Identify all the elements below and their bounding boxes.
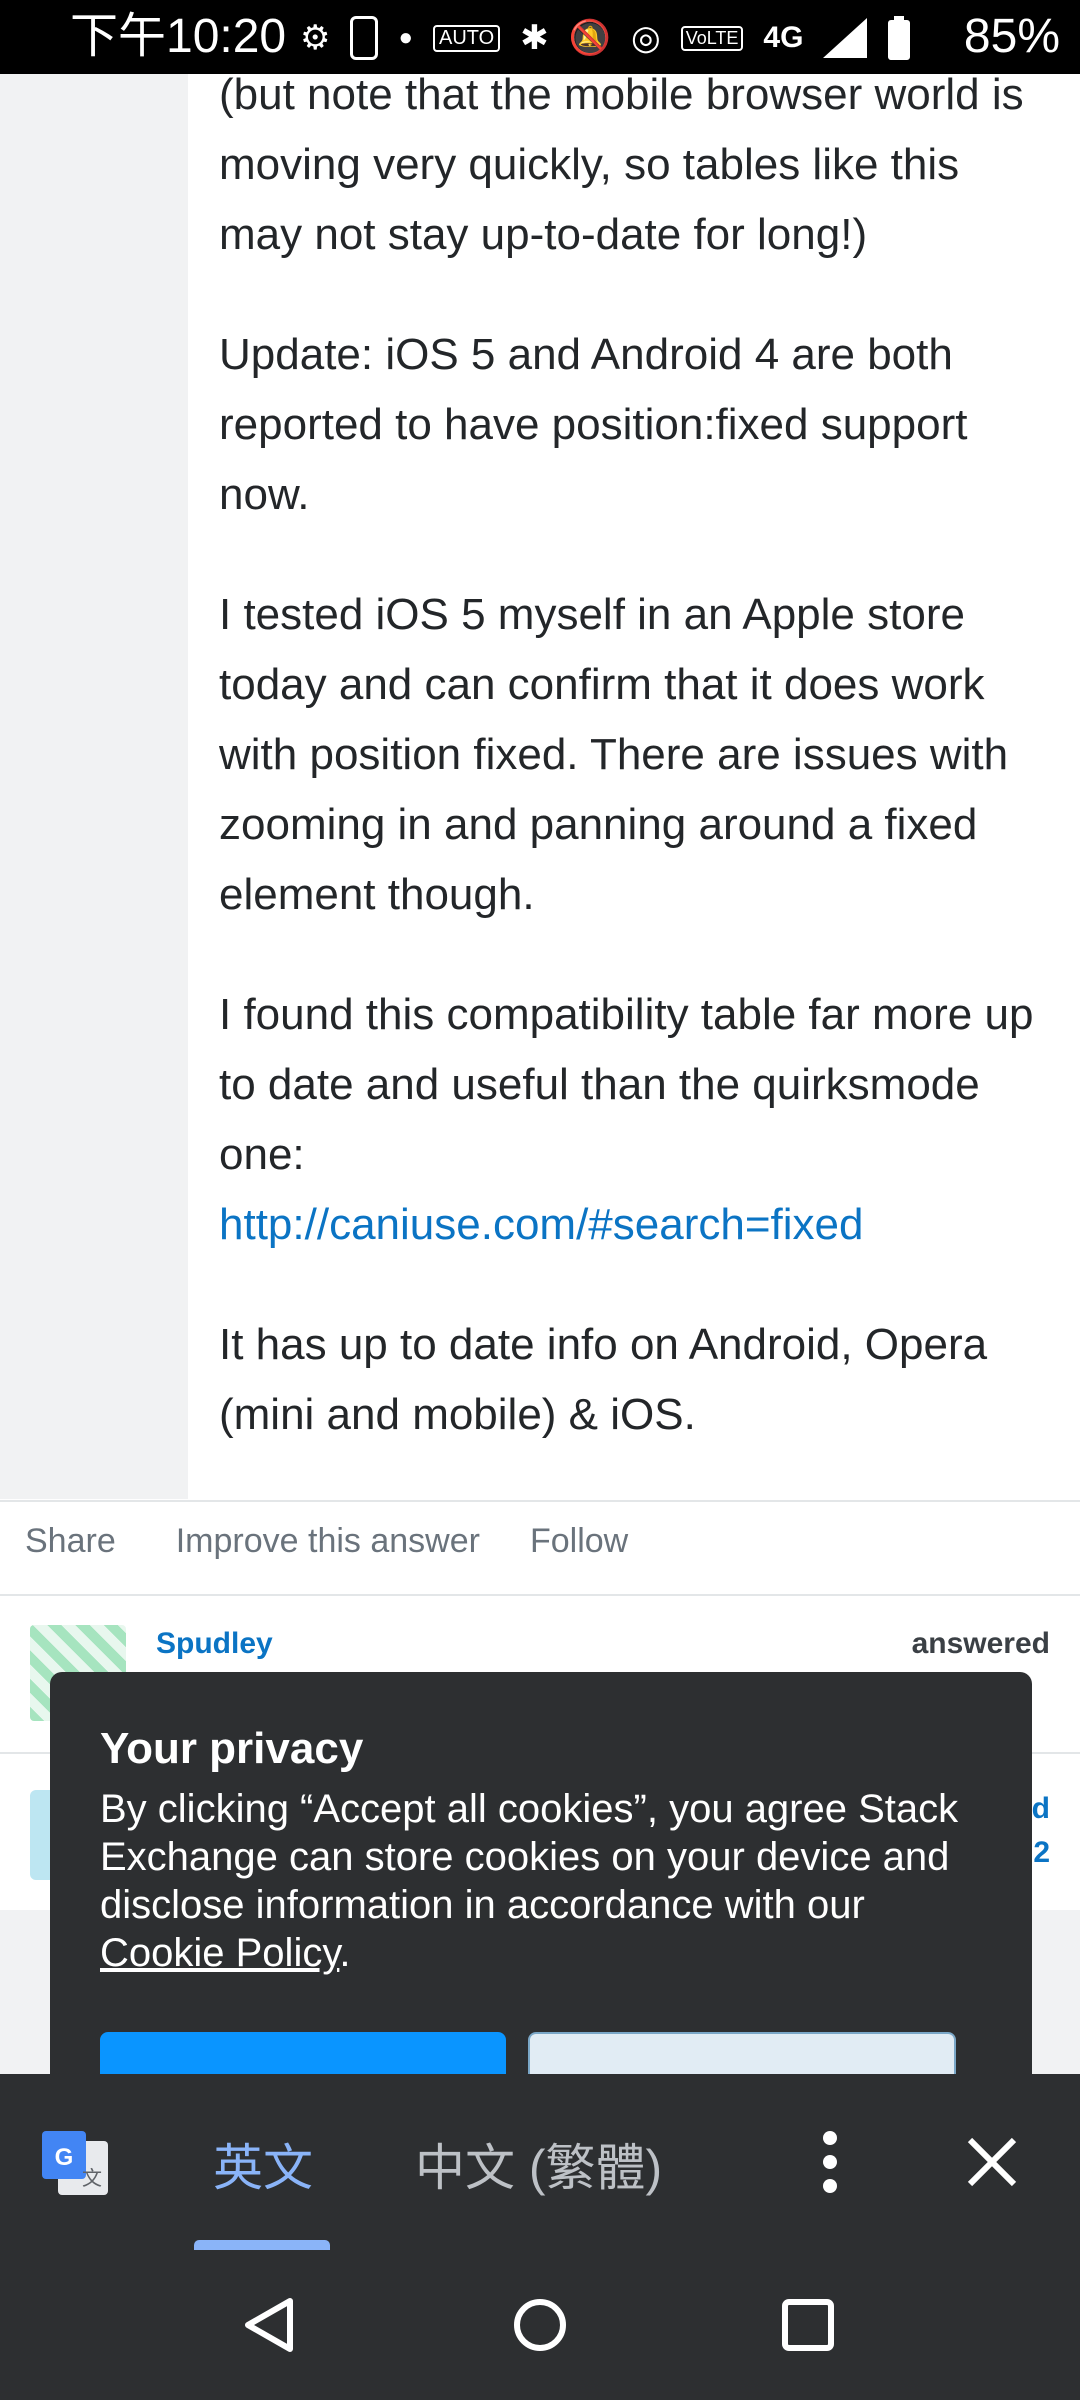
follow-link[interactable]: Follow — [530, 1522, 628, 1561]
battery-percent: 85% — [963, 10, 1060, 63]
divider — [0, 1594, 1080, 1596]
editor-info: d 2 — [1032, 1787, 1050, 1875]
svg-text:文: 文 — [82, 2166, 102, 2190]
cookie-policy-link[interactable]: Cookie Policy — [100, 1931, 339, 1975]
auto-hz-icon: AUTO — [432, 24, 501, 52]
improve-answer-link[interactable]: Improve this answer — [176, 1522, 480, 1561]
cookie-title: Your privacy — [100, 1724, 364, 1773]
recents-icon[interactable] — [780, 2297, 836, 2353]
back-icon[interactable] — [240, 2295, 300, 2355]
vote-gutter — [0, 74, 188, 1499]
svg-text:G: G — [55, 2144, 74, 2171]
source-language-tab[interactable]: 英文 — [213, 2128, 313, 2200]
answer-paragraph: I tested iOS 5 myself in an Apple store … — [219, 590, 1009, 919]
answer-paragraph: Update: iOS 5 and Android 4 are both rep… — [219, 330, 968, 519]
dot-icon: ● — [398, 24, 413, 51]
volte-icon: VoLTE — [680, 25, 744, 51]
4g-icon: 4G — [763, 21, 804, 54]
bluetooth-icon: ✱ — [520, 19, 549, 57]
cookie-body: By clicking “Accept all cookies”, you ag… — [100, 1785, 1000, 1977]
google-translate-icon[interactable]: G 文 — [40, 2127, 112, 2199]
answer-paragraph: It has up to date info on Android, Opera… — [219, 1320, 988, 1439]
answered-label: answered — [911, 1627, 1050, 1660]
user-name-link[interactable]: Spudley — [156, 1627, 273, 1661]
answer-paragraph: (but note that the mobile browser world … — [219, 70, 1024, 259]
caniuse-link[interactable]: http://caniuse.com/#search=fixed — [219, 1200, 863, 1249]
post-actions: Share Improve this answer Follow — [25, 1522, 628, 1561]
editor-info-line: 2 — [1033, 1836, 1050, 1869]
cookie-body-suffix: . — [339, 1931, 351, 1975]
divider — [0, 1500, 1080, 1502]
status-icons: ⚙ ● AUTO ✱ 🔕 ◎ VoLTE 4G — [300, 10, 911, 66]
close-icon[interactable] — [962, 2132, 1022, 2192]
active-tab-indicator — [194, 2240, 330, 2250]
target-language-tab[interactable]: 中文 (繁體) — [415, 2128, 662, 2200]
home-icon[interactable] — [510, 2295, 570, 2355]
answer-paragraph: I found this compatibility table far mor… — [219, 990, 1034, 1179]
nba-icon — [350, 16, 379, 60]
answer-paragraph-with-link: I found this compatibility table far mor… — [219, 980, 1049, 1260]
mute-icon: 🔕 — [568, 19, 612, 57]
more-options-icon[interactable] — [815, 2122, 845, 2202]
hotspot-icon: ◎ — [631, 19, 661, 57]
cookie-consent-dialog: Your privacy By clicking “Accept all coo… — [50, 1672, 1032, 2092]
share-link[interactable]: Share — [25, 1522, 116, 1561]
status-time: 下午10:20 — [70, 10, 287, 63]
answer-body: (but note that the mobile browser world … — [219, 60, 1049, 1500]
battery-icon — [888, 16, 911, 60]
editor-info-line: d — [1031, 1792, 1050, 1825]
signal-icon — [823, 18, 868, 58]
gear-icon: ⚙ — [300, 19, 331, 57]
cookie-body-text: By clicking “Accept all cookies”, you ag… — [100, 1787, 959, 1927]
